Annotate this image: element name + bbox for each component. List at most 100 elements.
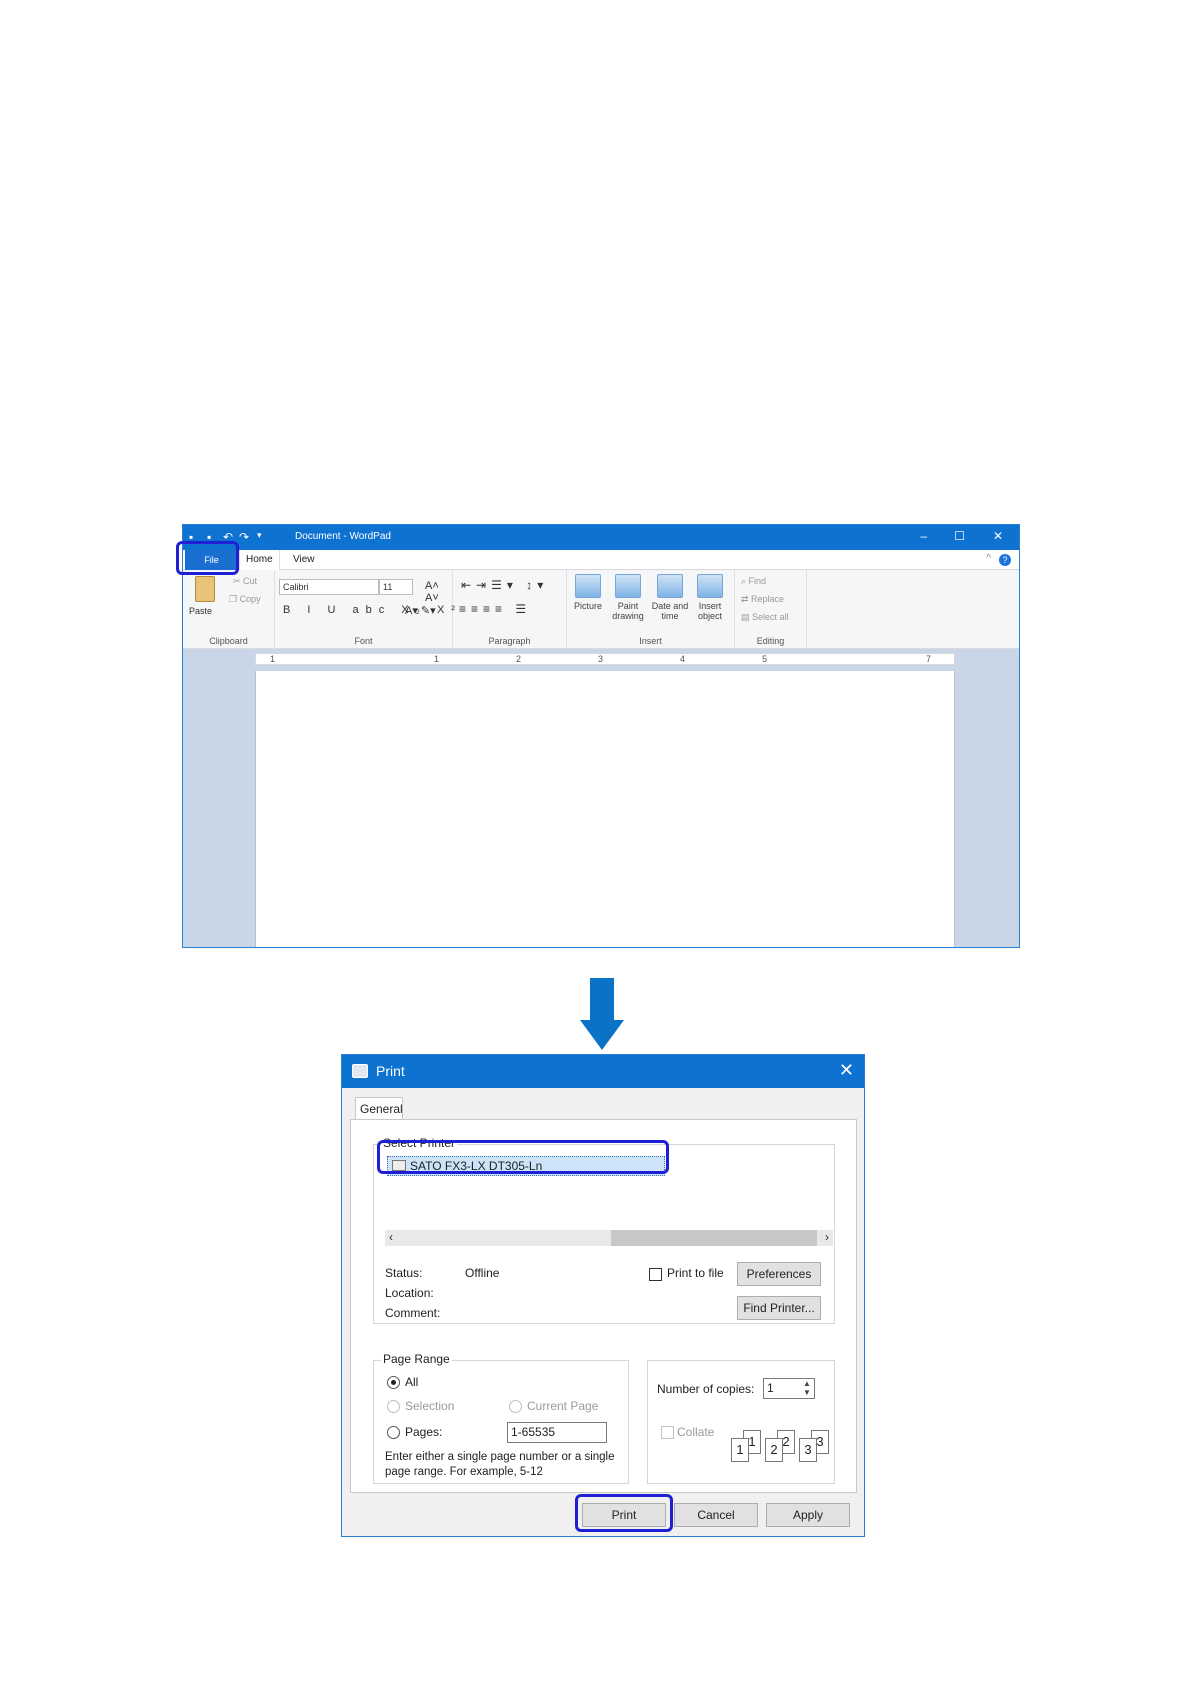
- insert-object-button[interactable]: Insert object: [691, 574, 729, 621]
- date-time-button[interactable]: Date and time: [651, 574, 689, 621]
- paste-icon[interactable]: [195, 576, 215, 602]
- collapse-ribbon-icon[interactable]: ^: [986, 553, 991, 564]
- picture-icon: [575, 574, 601, 598]
- copies-spinner-icon[interactable]: ▲ ▼: [803, 1379, 811, 1397]
- tab-home[interactable]: Home: [239, 550, 280, 570]
- paragraph-group: ⇤⇥☰▾ ↕▾ ≡≡≡≡ ☰ Paragraph: [453, 570, 567, 649]
- ruler-number: 1: [270, 654, 276, 664]
- print-dialog-titlebar: Print ✕: [342, 1055, 864, 1088]
- replace-label: Replace: [751, 594, 785, 604]
- clipboard-group-label: Clipboard: [209, 636, 248, 646]
- dialog-title: Print: [376, 1063, 405, 1079]
- current-page-radio[interactable]: [509, 1400, 522, 1413]
- down-arrow-head: [580, 1020, 624, 1050]
- editing-group: ⌕ Find ⇄ Replace ▤ Select all Editing: [735, 570, 807, 649]
- window-title: Document - WordPad: [295, 531, 391, 542]
- cut-label: Cut: [243, 576, 258, 586]
- printer-list-scrollbar[interactable]: ‹ ›: [385, 1230, 833, 1246]
- font-color-icon[interactable]: A▾ ✎▾: [405, 604, 436, 617]
- all-label: All: [405, 1375, 419, 1389]
- font-family-select[interactable]: Calibri: [279, 579, 379, 595]
- font-size-select[interactable]: 11: [379, 579, 413, 595]
- close-icon[interactable]: ✕: [993, 529, 1003, 543]
- select-all-label: Select all: [752, 612, 789, 622]
- tab-general[interactable]: General: [355, 1097, 403, 1120]
- paragraph-group-label: Paragraph: [488, 636, 531, 646]
- picture-label: Picture: [573, 601, 602, 611]
- ruler-number: 7: [926, 654, 932, 664]
- align-icons[interactable]: ≡≡≡≡ ☰: [459, 602, 531, 616]
- down-arrow-icon: [590, 978, 614, 1020]
- insert-object-label: Insert object: [697, 601, 723, 621]
- all-radio[interactable]: [387, 1376, 400, 1389]
- calendar-icon: [657, 574, 683, 598]
- clipboard-group: Paste ✂ Cut ❐ Copy Clipboard: [183, 570, 275, 649]
- insert-group: Picture Paint drawing Date and time Inse…: [567, 570, 735, 649]
- help-icon[interactable]: ?: [999, 554, 1011, 566]
- grow-font-icon[interactable]: A˄ A˅: [425, 580, 452, 604]
- status-value: Offline: [465, 1266, 500, 1280]
- font-group-label: Font: [354, 636, 373, 646]
- editing-group-label: Editing: [756, 636, 785, 646]
- pages-input[interactable]: 1-65535: [507, 1422, 607, 1443]
- current-page-label: Current Page: [527, 1399, 599, 1413]
- paint-drawing-label: Paint drawing: [612, 601, 644, 621]
- file-tab-highlight: [176, 541, 239, 575]
- collate-page-icon: 1: [731, 1438, 749, 1462]
- close-icon[interactable]: ✕: [839, 1060, 854, 1081]
- replace-button[interactable]: ⇄ Replace: [741, 594, 784, 605]
- comment-label: Comment:: [385, 1306, 441, 1320]
- print-dialog: Print ✕ General Select Printer SATO FX3-…: [341, 1054, 865, 1537]
- minimize-icon[interactable]: –: [920, 529, 927, 543]
- insert-group-label: Insert: [639, 636, 662, 646]
- paste-button[interactable]: Paste: [189, 606, 212, 616]
- print-button-highlight: [575, 1494, 673, 1532]
- find-label: Find: [748, 576, 767, 586]
- paint-drawing-button[interactable]: Paint drawing: [609, 574, 647, 621]
- date-time-label: Date and time: [651, 601, 689, 621]
- status-label: Status:: [385, 1266, 423, 1280]
- printer-highlight: [377, 1140, 669, 1174]
- scrollbar-thumb[interactable]: [611, 1230, 817, 1246]
- print-to-file-checkbox[interactable]: [649, 1268, 662, 1281]
- redo-icon[interactable]: ↷: [239, 530, 249, 544]
- preferences-button[interactable]: Preferences: [737, 1262, 821, 1286]
- pages-label: Pages:: [405, 1425, 443, 1439]
- maximize-icon[interactable]: ☐: [954, 529, 965, 543]
- wordpad-window: ▪ ▪ ↶ ↷ ▾ Document - WordPad – ☐ ✕ File …: [182, 524, 1020, 948]
- selection-radio[interactable]: [387, 1400, 400, 1413]
- find-button[interactable]: ⌕ Find: [741, 576, 766, 587]
- copy-label: Copy: [239, 594, 261, 604]
- collate-label: Collate: [677, 1425, 715, 1439]
- ruler[interactable]: 1 1 2 3 4 5 7: [255, 653, 955, 665]
- print-to-file-label: Print to file: [667, 1266, 724, 1280]
- copies-label: Number of copies:: [657, 1382, 755, 1396]
- ruler-number: 5: [762, 654, 768, 664]
- paint-icon: [615, 574, 641, 598]
- font-group: Calibri 11 A˄ A˅ B I U abc X₂ X² A▾ ✎▾ F…: [275, 570, 455, 649]
- page-range-hint: Enter either a single page number or a s…: [385, 1451, 615, 1478]
- insert-picture-button[interactable]: Picture: [569, 574, 607, 611]
- collate-page-icon: 3: [799, 1438, 817, 1462]
- customize-qat-icon[interactable]: ▾: [257, 530, 262, 541]
- scroll-right-icon[interactable]: ›: [825, 1230, 829, 1244]
- object-icon: [697, 574, 723, 598]
- selection-label: Selection: [405, 1399, 455, 1413]
- general-panel: Select Printer SATO FX3-LX DT305-Ln ‹ › …: [350, 1119, 857, 1493]
- ruler-number: 1: [434, 654, 440, 664]
- find-printer-button[interactable]: Find Printer...: [737, 1296, 821, 1320]
- tab-view[interactable]: View: [287, 550, 321, 570]
- ribbon-tabs: File Home View ^ ?: [183, 550, 1019, 570]
- collate-page-icon: 2: [765, 1438, 783, 1462]
- copy-button[interactable]: ❐ Copy: [229, 594, 261, 605]
- ruler-number: 4: [680, 654, 686, 664]
- apply-button[interactable]: Apply: [766, 1503, 850, 1527]
- scroll-left-icon[interactable]: ‹: [389, 1230, 393, 1244]
- indent-list-icons[interactable]: ⇤⇥☰▾ ↕▾: [461, 578, 548, 592]
- cut-button[interactable]: ✂ Cut: [233, 576, 257, 587]
- select-all-button[interactable]: ▤ Select all: [741, 612, 789, 623]
- cancel-button[interactable]: Cancel: [674, 1503, 758, 1527]
- collate-checkbox[interactable]: [661, 1426, 674, 1439]
- pages-radio[interactable]: [387, 1426, 400, 1439]
- document-page[interactable]: [255, 671, 955, 947]
